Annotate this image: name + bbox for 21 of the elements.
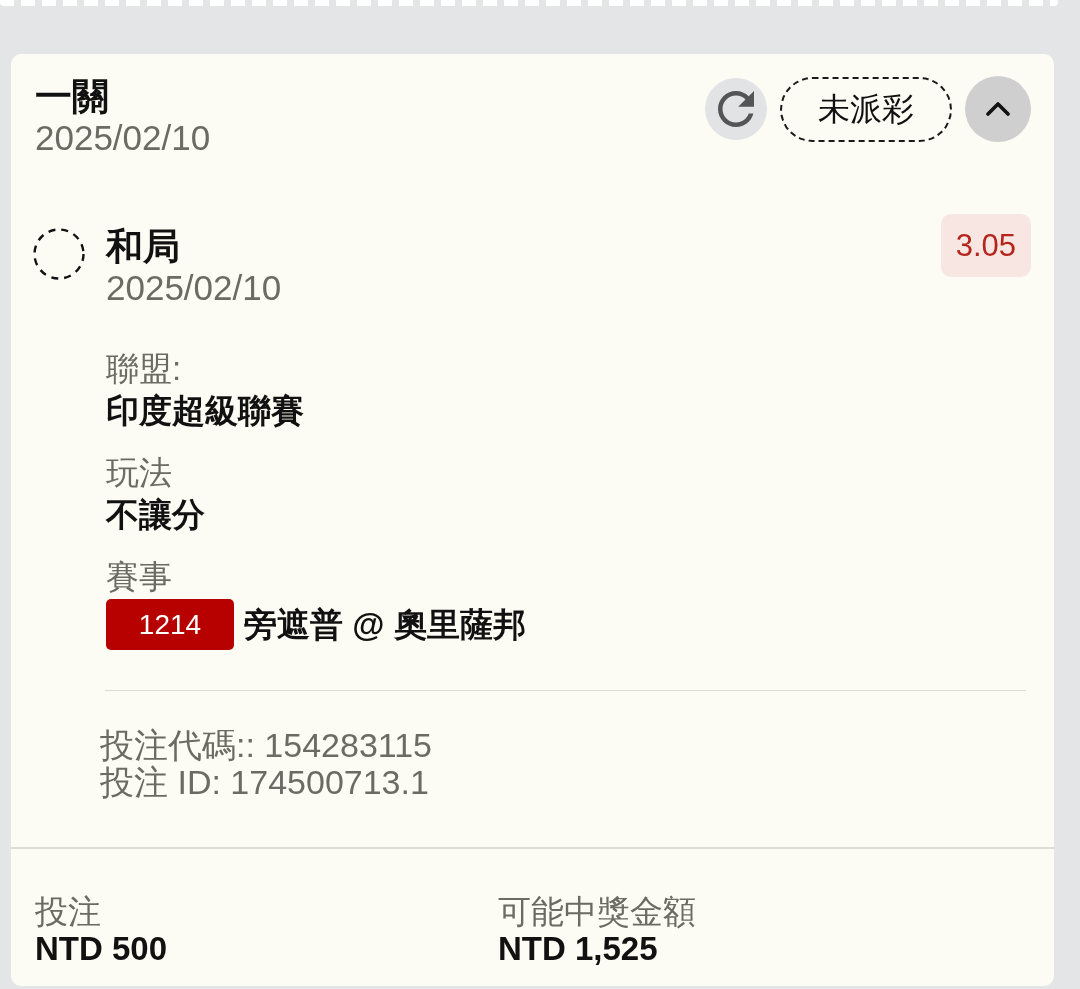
status-badge: 未派彩 <box>780 76 952 142</box>
detail-label: 賽事 <box>106 557 172 597</box>
summary-value: NTD 500 <box>35 931 168 967</box>
summary-label: 投注 <box>35 893 101 931</box>
summary-label: 可能中獎金額 <box>498 893 696 931</box>
odds-badge: 3.05 <box>940 214 1031 277</box>
selection-name: 和局 <box>106 226 181 268</box>
event-name: 旁遮普 @ 奧里薩邦 <box>244 604 526 645</box>
detail-label: 聯盟: <box>106 349 182 389</box>
bet-reference: 投注代碼:: 154283115 <box>100 727 432 764</box>
slip-date: 2025/02/10 <box>35 118 211 158</box>
dashed-circle-icon <box>33 228 85 280</box>
slip-title: 一關 <box>35 76 109 118</box>
summary-value: NTD 1,525 <box>498 931 658 967</box>
refresh-icon <box>718 91 754 127</box>
detail-label: 玩法 <box>106 453 172 493</box>
selection-date: 2025/02/10 <box>106 268 283 308</box>
event-code-badge: 1214 <box>106 599 234 650</box>
detail-value: 不讓分 <box>106 495 205 535</box>
detail-value: 印度超級聯賽 <box>106 391 304 431</box>
bet-reference: 投注 ID: 174500713.1 <box>100 764 429 801</box>
